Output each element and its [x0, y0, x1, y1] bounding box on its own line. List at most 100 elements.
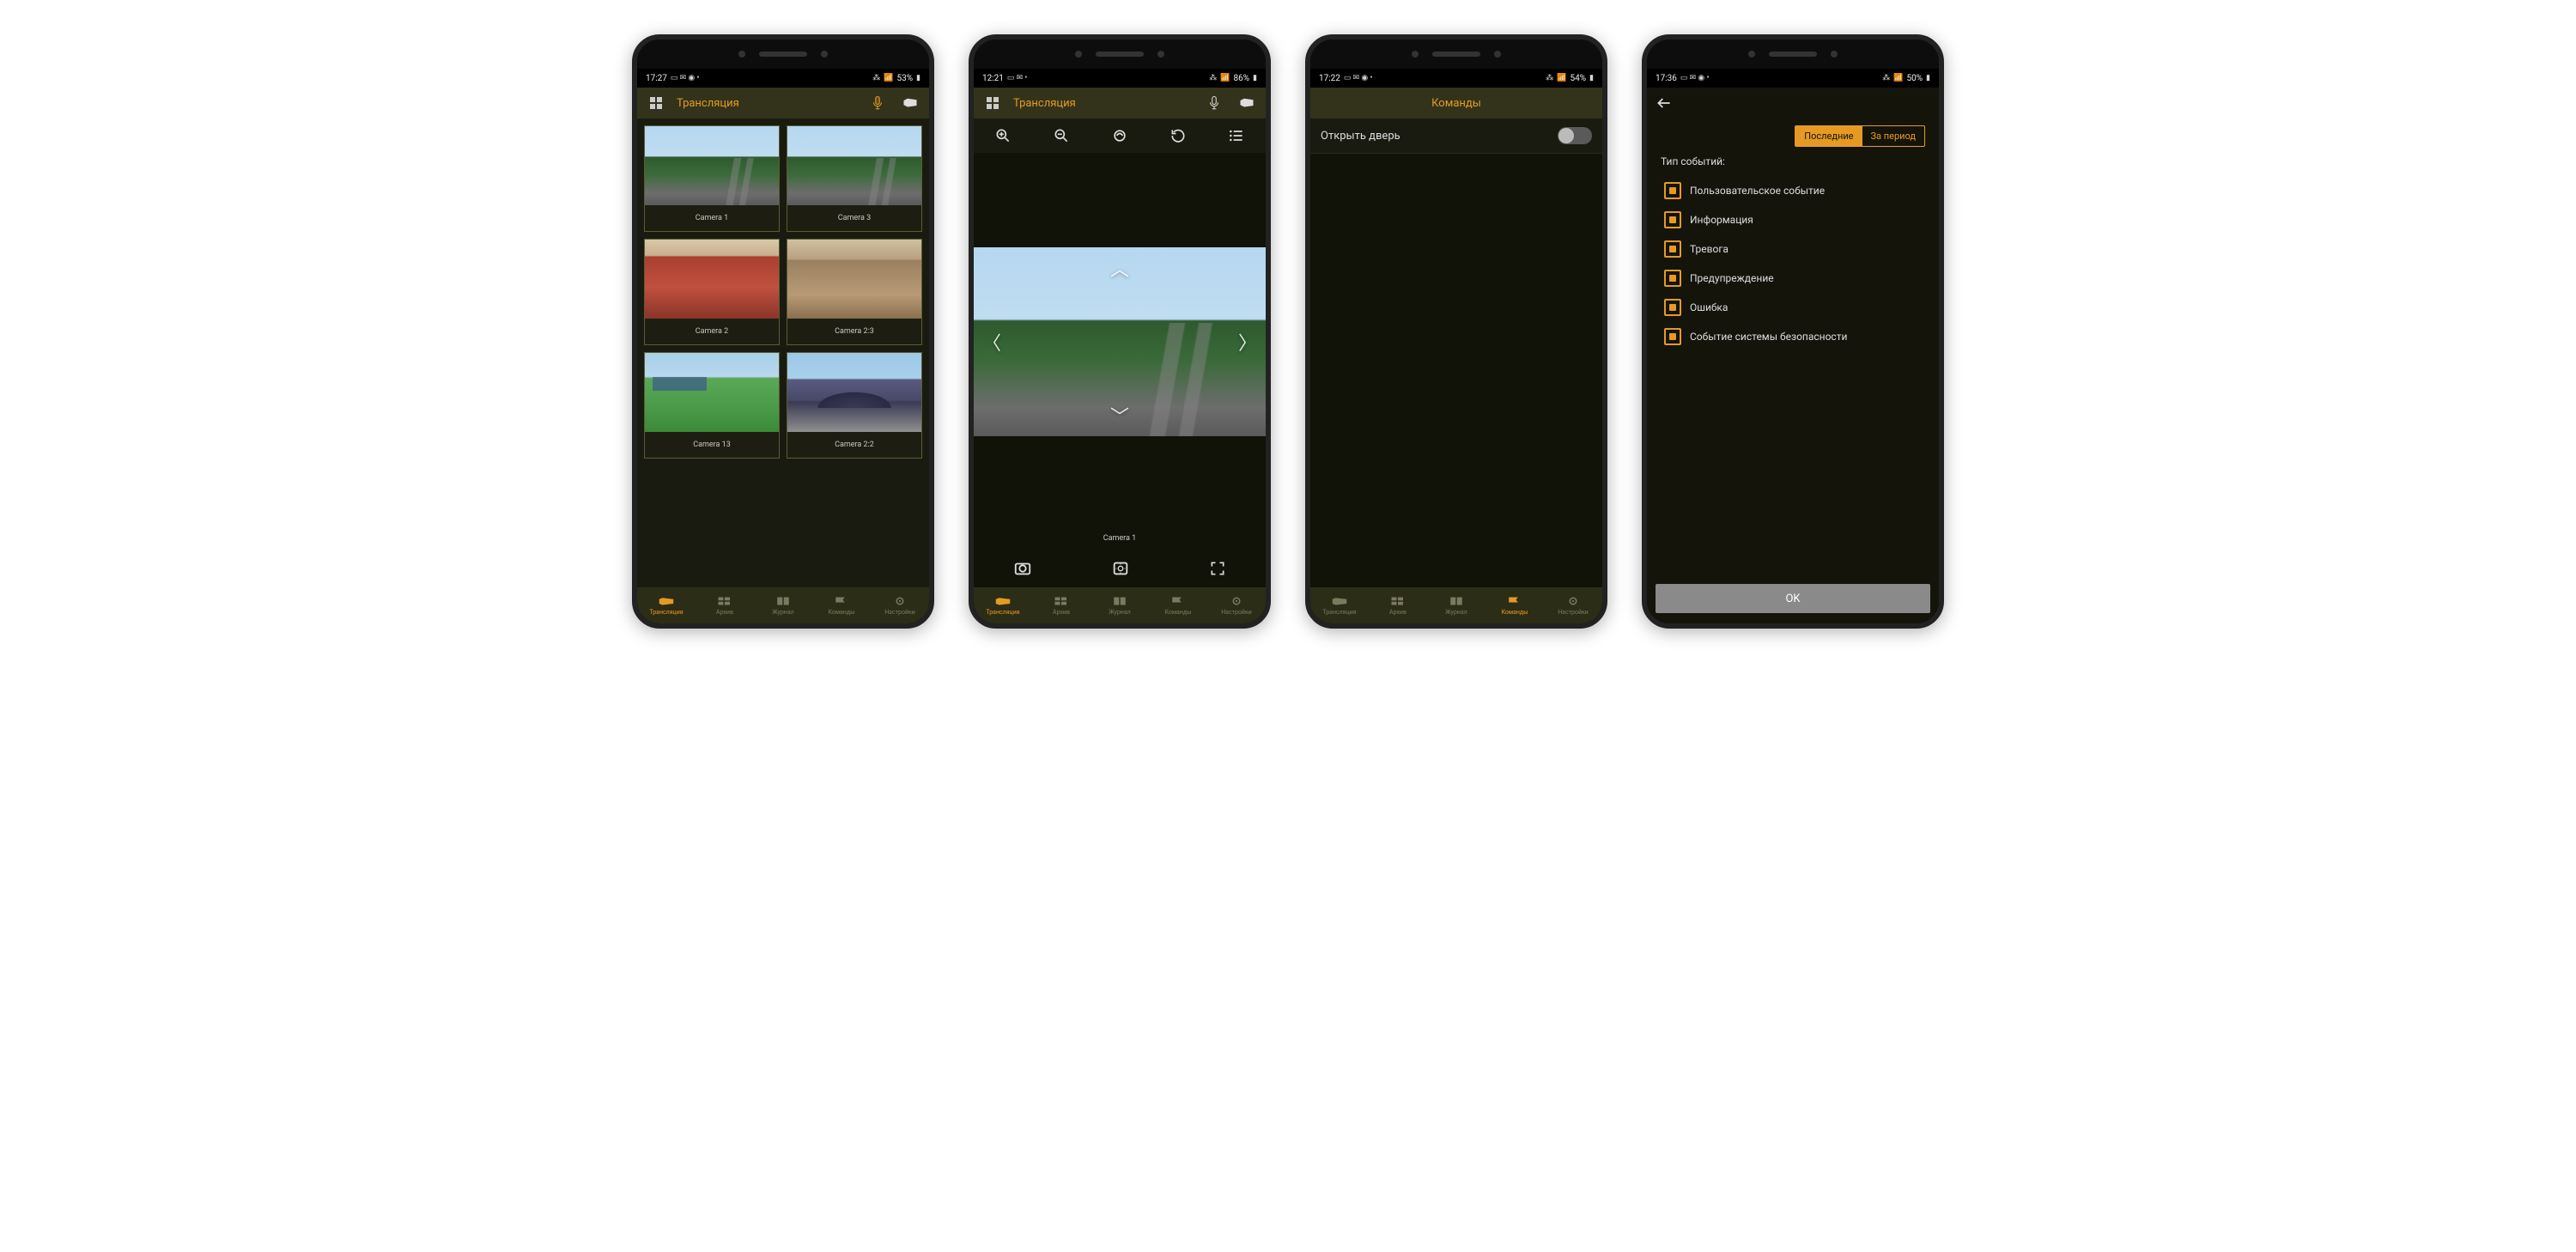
empty-area: [1310, 154, 1602, 587]
camera-label: Camera 1: [645, 205, 779, 231]
tab-settings[interactable]: Настройки: [871, 587, 929, 623]
snapshot-button[interactable]: [1013, 559, 1032, 578]
event-type-row[interactable]: Ошибка: [1661, 293, 1925, 322]
battery-icon: ▮: [1926, 74, 1930, 82]
journal-icon: [775, 595, 791, 607]
back-button[interactable]: [1656, 94, 1673, 112]
tab-archive[interactable]: Архив: [1369, 587, 1427, 623]
tab-live[interactable]: Трансляция: [637, 587, 696, 623]
microphone-button[interactable]: [866, 91, 890, 115]
tab-journal[interactable]: Журнал: [1091, 587, 1149, 623]
camera-tile[interactable]: Camera 13: [644, 352, 780, 459]
journal-icon: [1449, 595, 1464, 607]
header-title: Трансляция: [677, 97, 857, 110]
status-bar: 17:27 ▭ ✉ ◉ • ⁂ 📶 53% ▮: [637, 69, 929, 88]
status-time: 17:27: [646, 74, 667, 83]
toolbar: [974, 119, 1266, 153]
command-switch[interactable]: [1558, 127, 1592, 144]
ptz-up-button[interactable]: ︿: [1110, 254, 1129, 282]
phone-4: 17:36 ▭ ✉ ◉ • ⁂ 📶 50% ▮ Последние За пер…: [1642, 34, 1944, 629]
tab-journal[interactable]: Журнал: [754, 587, 812, 623]
camera-label: Camera 13: [645, 432, 779, 458]
tab-label: Журнал: [1109, 609, 1130, 616]
event-type-row[interactable]: Предупреждение: [1661, 264, 1925, 293]
tab-archive[interactable]: Архив: [696, 587, 754, 623]
phone-bezel-top: [637, 40, 929, 69]
tab-settings[interactable]: Настройки: [1207, 587, 1266, 623]
bluetooth-icon: ⁂: [1209, 74, 1217, 82]
tab-settings[interactable]: Настройки: [1544, 587, 1602, 623]
segment-period[interactable]: За период: [1862, 126, 1924, 146]
battery-label: 86%: [1233, 74, 1249, 83]
zoom-out-button[interactable]: [1048, 123, 1074, 149]
app-header: Трансляция: [974, 88, 1266, 119]
ptz-right-button[interactable]: 〉: [1238, 328, 1257, 356]
tab-journal[interactable]: Журнал: [1427, 587, 1485, 623]
phone-1: 17:27 ▭ ✉ ◉ • ⁂ 📶 53% ▮ Трансляция: [632, 34, 934, 629]
event-type-label: Событие системы безопасности: [1690, 331, 1847, 343]
tab-commands[interactable]: Команды: [1485, 587, 1544, 623]
battery-icon: ▮: [1253, 74, 1257, 82]
camera-button[interactable]: [1235, 91, 1259, 115]
camera-button[interactable]: [898, 91, 922, 115]
phone-3: 17:22 ▭ ✉ ◉ • ⁂ 📶 54% ▮ Команды Открыть …: [1305, 34, 1607, 629]
app-indicator-icon: ▭ ✉ ◉ •: [1680, 74, 1710, 82]
header-title: Трансляция: [1013, 97, 1194, 110]
phone-bezel-top: [974, 40, 1266, 69]
layout-button[interactable]: [981, 91, 1005, 115]
camera-tile[interactable]: Camera 2:3: [787, 239, 922, 345]
camera-label: Camera 1: [974, 531, 1266, 550]
fullscreen-button[interactable]: [1209, 560, 1226, 577]
bluetooth-icon: ⁂: [1546, 74, 1553, 82]
camera-tile[interactable]: Camera 2:2: [787, 352, 922, 459]
event-type-row[interactable]: Информация: [1661, 205, 1925, 234]
signal-icon: 📶: [884, 74, 893, 82]
archive-icon: [1054, 595, 1069, 607]
camera-icon: [1332, 595, 1347, 607]
zoom-in-button[interactable]: [990, 123, 1016, 149]
tab-commands[interactable]: Команды: [1149, 587, 1207, 623]
status-time: 12:21: [982, 74, 1004, 83]
ptz-down-button[interactable]: ﹀: [1110, 402, 1129, 429]
event-type-label: Предупреждение: [1690, 272, 1774, 284]
tab-live[interactable]: Трансляция: [1310, 587, 1369, 623]
live-video[interactable]: ︿ ﹀ 〈 〉: [974, 153, 1266, 531]
tab-archive[interactable]: Архив: [1032, 587, 1091, 623]
app-header: Трансляция: [637, 88, 929, 119]
event-type-row[interactable]: Тревога: [1661, 234, 1925, 264]
tab-commands[interactable]: Команды: [812, 587, 871, 623]
app-indicator-icon: ▭ ✉ •: [1007, 74, 1028, 82]
ptz-left-button[interactable]: 〈: [982, 328, 1001, 356]
battery-icon: ▮: [1589, 74, 1594, 82]
tab-label: Настройки: [1558, 609, 1589, 616]
camera-tile[interactable]: Camera 1: [644, 125, 780, 232]
signal-icon: 📶: [1220, 74, 1230, 82]
tab-label: Настройки: [1221, 609, 1252, 616]
tab-label: Настройки: [884, 609, 915, 616]
arrow-left-icon: [1656, 94, 1673, 112]
tab-label: Команды: [1501, 609, 1528, 616]
phone-bezel-top: [1647, 40, 1939, 69]
brightness-button[interactable]: [1111, 559, 1130, 578]
ok-button[interactable]: OK: [1656, 584, 1930, 613]
layout-button[interactable]: [644, 91, 668, 115]
preset-button[interactable]: [1107, 123, 1133, 149]
list-button[interactable]: [1224, 123, 1249, 149]
microphone-button[interactable]: [1202, 91, 1226, 115]
camera-tile[interactable]: Camera 2: [644, 239, 780, 345]
camera-tile[interactable]: Camera 3: [787, 125, 922, 232]
refresh-button[interactable]: [1165, 123, 1191, 149]
archive-icon: [717, 595, 732, 607]
tab-live[interactable]: Трансляция: [974, 587, 1032, 623]
phone-2: 12:21 ▭ ✉ • ⁂ 📶 86% ▮ Трансляция: [969, 34, 1271, 629]
segment-recent[interactable]: Последние: [1795, 126, 1862, 146]
tab-label: Трансляция: [649, 609, 683, 616]
battery-icon: ▮: [916, 74, 920, 82]
event-type-row[interactable]: Событие системы безопасности: [1661, 322, 1925, 351]
bluetooth-icon: ⁂: [872, 74, 880, 82]
status-time: 17:36: [1656, 74, 1677, 83]
camera-label: Camera 2: [645, 319, 779, 344]
camera-thumbnail: [787, 240, 921, 319]
event-type-row[interactable]: Пользовательское событие: [1661, 176, 1925, 205]
status-bar: 12:21 ▭ ✉ • ⁂ 📶 86% ▮: [974, 69, 1266, 88]
